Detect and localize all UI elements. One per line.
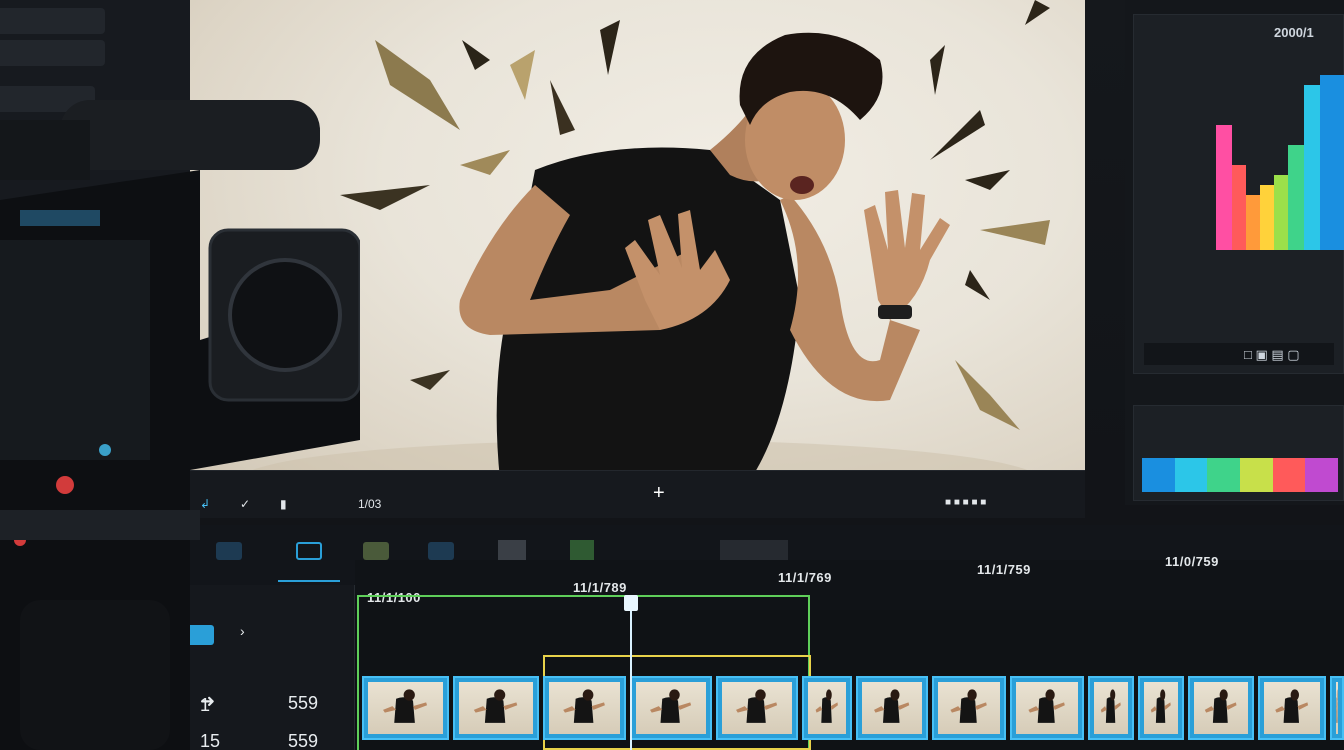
tab-edit[interactable] [278, 542, 340, 582]
thumbnail-figure [473, 689, 518, 723]
check-icon[interactable]: ✓ [240, 497, 250, 511]
thumbnail-figure [1336, 689, 1338, 723]
left-rail-panel [0, 0, 190, 540]
expand-chevron-icon[interactable]: › [240, 623, 245, 639]
swatch-green[interactable] [1207, 458, 1241, 492]
color-palette-panel [1133, 405, 1344, 501]
playhead-handle[interactable] [624, 595, 638, 611]
row-2-value: 559 [288, 731, 319, 750]
clip-thumbnail[interactable] [1258, 676, 1326, 740]
clip-thumbnail[interactable] [362, 676, 449, 740]
add-icon[interactable]: + [653, 482, 665, 505]
clip-thumbnail[interactable] [1088, 676, 1134, 740]
scopes-panel: 2000/1 □ ▣ ▤ ▢ [1133, 14, 1344, 374]
thumbnail-frame [549, 682, 620, 734]
row-2-number: 15 [200, 731, 221, 750]
preview-viewer[interactable] [190, 0, 1085, 500]
color-swatch-strip[interactable] [1142, 458, 1339, 492]
thumbnail-figure [736, 689, 778, 723]
thumbnail-frame [1264, 682, 1320, 734]
clip-thumbnail[interactable] [543, 676, 626, 740]
thumbnail-figure [383, 689, 428, 723]
editor-window: ↲ ✓ ▮ 1/03 ■ ■ ■ ■ ■ + 2000/1 □ ▣ ▤ ▢ › … [0, 0, 1344, 750]
thumbnail-figure [563, 689, 605, 723]
zoom-slider[interactable] [720, 540, 788, 560]
marker-icon[interactable]: ▮ [280, 497, 287, 511]
preview-frame-image [240, 0, 1050, 500]
row-1-value: 559 [288, 693, 319, 713]
clip-thumbnail[interactable] [1188, 676, 1254, 740]
ruler-label-5: 11/0/759 [1165, 554, 1219, 569]
thumbnail-figure [1100, 689, 1121, 723]
track-header-panel: › ➜ 1 559 15 559 [178, 585, 355, 750]
thumbnail-figure [815, 689, 838, 723]
ruler-label-3: 11/1/769 [778, 570, 832, 585]
clip-thumbnail[interactable] [1330, 676, 1344, 740]
thumbnail-frame [808, 682, 846, 734]
thumbnail-frame [368, 682, 443, 734]
swatch-yellow[interactable] [1240, 458, 1273, 492]
swatch-cyan[interactable] [1174, 458, 1208, 492]
playhead-line[interactable] [630, 597, 632, 750]
thumbnail-figure [1150, 689, 1171, 723]
thumbnail-frame [1336, 682, 1338, 734]
thumbnail-figure [650, 689, 692, 723]
thumbnail-frame [636, 682, 706, 734]
track-select-button[interactable] [178, 625, 214, 645]
zoom-controls-icon[interactable]: ■ ■ ■ ■ ■ [945, 497, 986, 508]
edit-icon [296, 542, 322, 560]
clip-thumbnail[interactable] [1138, 676, 1184, 740]
clip-thumbnail[interactable] [630, 676, 712, 740]
play-icon[interactable]: ↲ [200, 497, 210, 511]
thumbnail-figure [1204, 689, 1237, 723]
clip-thumbnail[interactable] [932, 676, 1006, 740]
thumbnail-frame [1144, 682, 1178, 734]
rail-item-3[interactable] [0, 86, 95, 112]
thumbnail-frame [938, 682, 1000, 734]
thumbnail-figure [950, 689, 987, 723]
ruler-label-2: 11/1/789 [573, 580, 627, 595]
rail-item-1[interactable] [0, 8, 105, 34]
ruler-label-4: 11/1/759 [977, 562, 1031, 577]
histogram-chart [1216, 75, 1344, 250]
clip-thumbnail[interactable] [453, 676, 539, 740]
row-1-number: 1 [200, 695, 211, 715]
scope-controls[interactable]: □ ▣ ▤ ▢ [1144, 343, 1334, 365]
media-icon [216, 542, 242, 560]
rail-item-4[interactable] [0, 120, 95, 146]
clip-thumbnail[interactable] [856, 676, 928, 740]
thumbnail-frame [862, 682, 922, 734]
thumbnail-frame [1094, 682, 1128, 734]
tab-media[interactable] [198, 542, 260, 582]
swatch-red[interactable] [1272, 458, 1306, 492]
rail-item-2[interactable] [0, 40, 105, 66]
swatch-blue[interactable] [1142, 458, 1175, 492]
clip-thumbnail[interactable] [802, 676, 852, 740]
effects-icon [363, 542, 389, 560]
thumbnail-frame [459, 682, 533, 734]
link-button[interactable] [570, 540, 594, 560]
thumbnail-frame [1016, 682, 1078, 734]
clip-thumbnail[interactable] [1010, 676, 1084, 740]
thumbnail-figure [874, 689, 910, 723]
timecode-display: 1/03 [358, 497, 382, 511]
thumbnail-frame [1194, 682, 1248, 734]
scope-mode-icons[interactable]: □ ▣ ▤ ▢ [1244, 347, 1300, 363]
thumbnail-frame [722, 682, 792, 734]
viewer-control-bar: ↲ ✓ ▮ 1/03 ■ ■ ■ ■ ■ [190, 470, 1085, 518]
snap-button[interactable] [498, 540, 526, 560]
thumbnail-figure [1028, 689, 1065, 723]
resolution-label: 2000/1 [1274, 25, 1314, 40]
clip-thumbnail[interactable] [716, 676, 798, 740]
audio-icon [428, 542, 454, 560]
thumbnail-figure [1275, 689, 1309, 723]
swatch-purple[interactable] [1305, 458, 1339, 492]
